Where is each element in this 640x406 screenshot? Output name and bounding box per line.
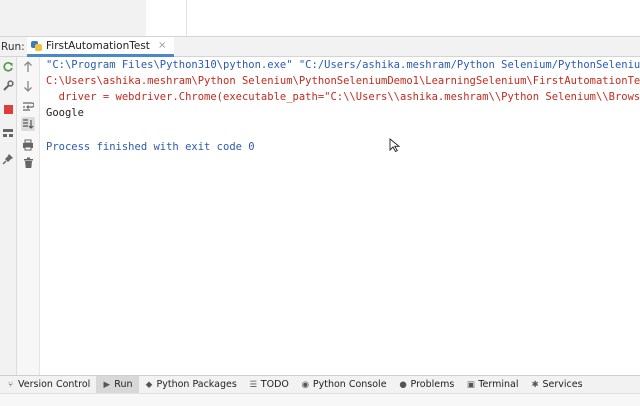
trash-icon[interactable]: [21, 156, 35, 170]
tool-run[interactable]: ▶ Run: [96, 376, 139, 393]
python-console-icon: ◉: [301, 379, 310, 390]
console-line-warning-code: driver = webdriver.Chrome(executable_pat…: [46, 91, 640, 103]
console-line-warning-path[interactable]: C:\Users\ashika.meshram\Python Selenium\…: [46, 75, 640, 87]
run-icon: ▶: [103, 379, 111, 390]
scroll-to-end-icon[interactable]: [21, 117, 35, 131]
arrow-down-icon[interactable]: [21, 79, 35, 93]
soft-wrap-icon[interactable]: [21, 99, 35, 113]
rerun-icon[interactable]: [1, 60, 15, 74]
tool-python-console-label: Python Console: [312, 379, 387, 390]
tool-problems-label: Problems: [410, 379, 455, 390]
stop-icon[interactable]: [1, 102, 15, 116]
run-label: Run:: [1, 41, 25, 53]
layout-icon[interactable]: [1, 126, 15, 140]
tool-version-control[interactable]: ⑂ Version Control: [0, 376, 96, 393]
mouse-cursor-icon: [389, 138, 401, 152]
console-line-exit-status: Process finished with exit code 0: [46, 141, 255, 153]
run-tool-window-header: Run: FirstAutomationTest ×: [0, 36, 640, 57]
run-tab-first-automation-test[interactable]: FirstAutomationTest ×: [27, 37, 175, 57]
packages-icon: ◆: [145, 379, 153, 390]
tool-terminal[interactable]: ▣ Terminal: [460, 376, 524, 393]
services-icon: ✱: [531, 379, 539, 390]
editor-gutter-remnant: [146, 0, 187, 36]
print-icon[interactable]: [21, 138, 35, 152]
tool-todo-label: TODO: [260, 379, 289, 390]
console-line-command: "C:\Program Files\Python310\python.exe" …: [46, 59, 640, 71]
tool-services[interactable]: ✱ Services: [525, 376, 589, 393]
tool-python-packages-label: Python Packages: [156, 379, 237, 390]
project-pane-remnant: [0, 0, 147, 36]
wrench-icon[interactable]: [1, 79, 15, 93]
version-control-icon: ⑂: [7, 379, 14, 390]
tool-todo[interactable]: ☰ TODO: [243, 376, 295, 393]
close-icon[interactable]: ×: [158, 40, 166, 51]
terminal-icon: ▣: [466, 379, 475, 390]
console-output[interactable]: "C:\Program Files\Python310\python.exe" …: [40, 57, 640, 375]
tool-problems[interactable]: ● Problems: [393, 376, 461, 393]
pin-icon[interactable]: [1, 152, 15, 166]
run-toolbar-primary: [0, 57, 17, 375]
console-line-output: Google: [46, 107, 84, 119]
run-toolbar-secondary: [17, 57, 40, 375]
status-bar: [0, 393, 640, 406]
python-file-icon: [31, 40, 42, 51]
tool-run-label: Run: [114, 379, 133, 390]
tool-terminal-label: Terminal: [478, 379, 519, 390]
tool-services-label: Services: [542, 379, 583, 390]
editor-area: [0, 0, 640, 36]
tool-version-control-label: Version Control: [18, 379, 91, 390]
run-tab-label: FirstAutomationTest: [46, 39, 150, 52]
todo-icon: ☰: [249, 379, 258, 390]
tool-python-console[interactable]: ◉ Python Console: [295, 376, 393, 393]
arrow-up-icon[interactable]: [21, 60, 35, 74]
problems-icon: ●: [399, 379, 407, 390]
tool-python-packages[interactable]: ◆ Python Packages: [139, 376, 243, 393]
bottom-tool-window-bar: ⑂ Version Control ▶ Run ◆ Python Package…: [0, 375, 640, 393]
